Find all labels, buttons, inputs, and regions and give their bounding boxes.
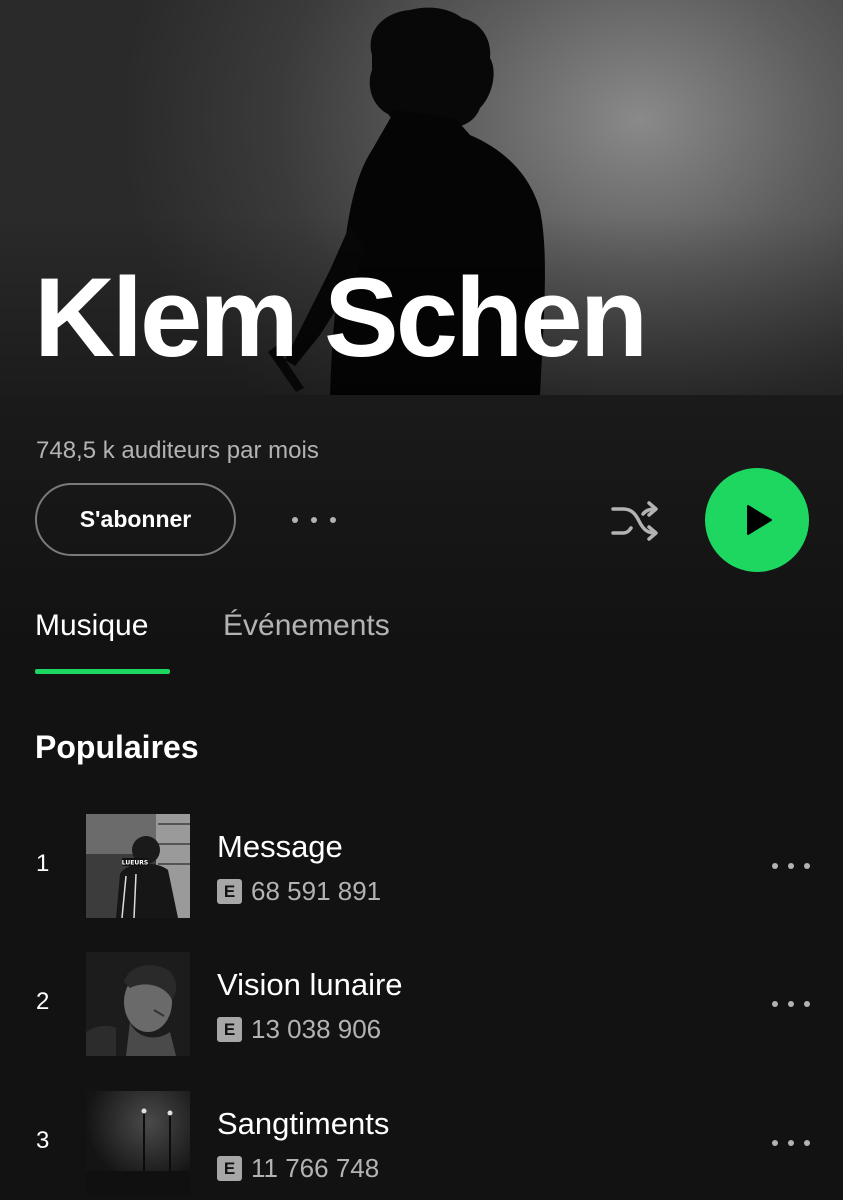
more-horizontal-icon-dot — [788, 1140, 794, 1146]
play-count: 13 038 906 — [251, 1014, 382, 1044]
track-row[interactable]: 1 LUEURS Message E 68 591 891 — [0, 814, 843, 920]
more-horizontal-icon-dot — [804, 1140, 810, 1146]
track-rank: 1 — [36, 850, 50, 877]
artist-name: Klem Schen — [34, 255, 648, 380]
artist-header-image: Klem Schen — [0, 0, 843, 395]
album-art-image: LUEURS — [86, 814, 190, 918]
shuffle-button[interactable] — [605, 495, 665, 547]
track-cover: LUEURS — [86, 814, 190, 918]
track-rank: 2 — [36, 988, 50, 1015]
artist-page-content: 748,5 k auditeurs par mois S'abonner Mus… — [0, 395, 843, 1200]
more-horizontal-icon-dot — [804, 863, 810, 869]
more-horizontal-icon — [772, 1140, 778, 1146]
track-row[interactable]: 2 Vision lunaire E 13 038 906 — [0, 952, 843, 1058]
more-horizontal-icon — [292, 517, 298, 523]
play-button[interactable] — [705, 468, 809, 572]
active-tab-indicator — [35, 669, 170, 674]
more-horizontal-icon-dot — [804, 1001, 810, 1007]
more-horizontal-icon — [772, 1001, 778, 1007]
play-icon — [747, 505, 772, 535]
play-count: 11 766 748 — [251, 1153, 380, 1183]
more-horizontal-icon-dot — [788, 863, 794, 869]
explicit-badge: E — [217, 1156, 242, 1181]
play-count: 68 591 891 — [251, 876, 382, 906]
track-more-button[interactable] — [772, 858, 810, 874]
more-horizontal-icon-dot — [311, 517, 317, 523]
track-more-button[interactable] — [772, 996, 810, 1012]
tab-music[interactable]: Musique — [35, 603, 148, 649]
track-cover — [86, 1091, 190, 1195]
more-options-button[interactable] — [292, 507, 336, 533]
track-cover — [86, 952, 190, 1056]
follow-button[interactable]: S'abonner — [35, 483, 236, 556]
explicit-badge: E — [217, 1017, 242, 1042]
explicit-badge: E — [217, 879, 242, 904]
monthly-listeners: 748,5 k auditeurs par mois — [36, 437, 319, 464]
artist-tabs: Musique Événements — [0, 603, 843, 675]
more-horizontal-icon-dot — [330, 517, 336, 523]
track-title: Vision lunaire — [217, 967, 403, 1002]
track-meta: E 68 591 891 — [217, 876, 381, 907]
track-meta: E 13 038 906 — [217, 1014, 381, 1045]
track-title: Sangtiments — [217, 1106, 390, 1141]
album-art-image — [86, 952, 190, 1056]
track-more-button[interactable] — [772, 1135, 810, 1151]
tab-events[interactable]: Événements — [223, 603, 390, 649]
svg-text:LUEURS: LUEURS — [122, 860, 148, 867]
more-horizontal-icon-dot — [788, 1001, 794, 1007]
album-art-image — [86, 1091, 190, 1195]
track-meta: E 11 766 748 — [217, 1153, 379, 1184]
track-rank: 3 — [36, 1127, 50, 1154]
shuffle-icon — [611, 501, 658, 541]
more-horizontal-icon — [772, 863, 778, 869]
track-row[interactable]: 3 Sangtiments E 11 766 748 — [0, 1091, 843, 1197]
popular-section-title: Populaires — [35, 729, 199, 765]
track-title: Message — [217, 829, 343, 864]
